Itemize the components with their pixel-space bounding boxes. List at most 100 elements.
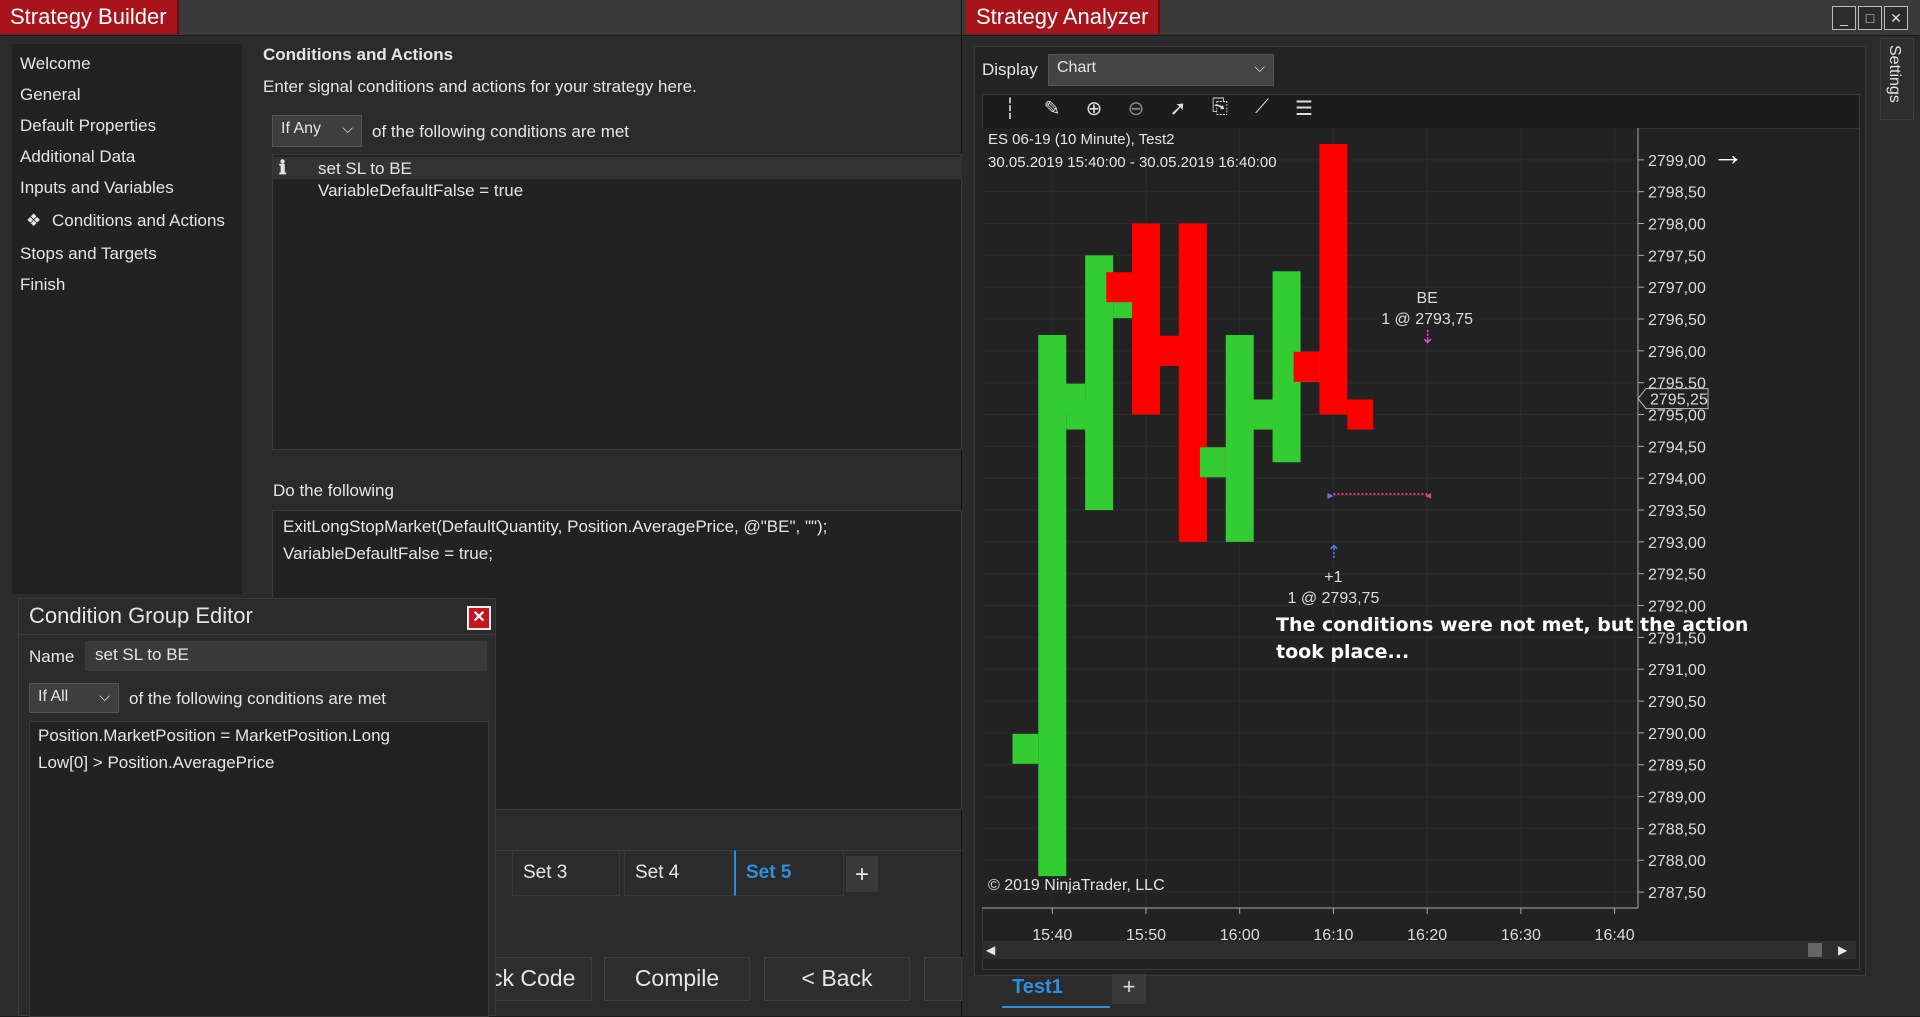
indicators-icon[interactable]: ⟋	[1248, 96, 1276, 124]
chart-annotation: The conditions were not met, but the act…	[1276, 614, 1749, 663]
compile-button[interactable]: Compile	[604, 957, 750, 1001]
x-axis: 15:40 15:50 16:00 16:10 16:20 16:30 16:40	[982, 907, 1638, 944]
close-icon[interactable]: ✕	[467, 606, 491, 630]
tab-set-3[interactable]: Set 3	[512, 850, 620, 896]
nav-item-welcome[interactable]: Welcome	[20, 54, 91, 74]
ohlc-bar	[1225, 334, 1254, 542]
tab-set-5[interactable]: Set 5	[734, 850, 844, 896]
nav-item-default-properties[interactable]: Default Properties	[20, 116, 156, 136]
chart-grid	[982, 128, 1638, 908]
ohlc-open-tick	[1059, 383, 1086, 414]
cursor-icon[interactable]: ➚	[1164, 96, 1192, 124]
nav-item-additional-data[interactable]: Additional Data	[20, 147, 135, 167]
condition-line[interactable]: VariableDefaultFalse = true	[318, 181, 523, 201]
last-price-label: 2795,25	[1650, 392, 1708, 409]
next-button[interactable]	[924, 957, 962, 1001]
y-tick-label: 2789,50	[1648, 758, 1706, 775]
settings-tab[interactable]: Settings	[1880, 38, 1914, 120]
chart-scrollbar[interactable]: ◀ ▶	[982, 941, 1856, 959]
y-tick-label: 2797,00	[1648, 280, 1706, 297]
action-line[interactable]: ExitLongStopMarket(DefaultQuantity, Posi…	[283, 517, 827, 537]
tab-set-4[interactable]: Set 4	[624, 850, 732, 896]
ohlc-open-tick	[1293, 351, 1320, 382]
ohlc-open-tick	[1153, 335, 1179, 366]
entry-dot-icon: ▸	[1327, 488, 1333, 502]
chevron-down-icon: ⌵	[99, 688, 110, 704]
condition-group-name[interactable]: set SL to BE	[318, 159, 412, 179]
nav-item-general[interactable]: General	[20, 85, 80, 105]
y-tick-label: 2798,00	[1648, 217, 1706, 234]
nav-item-label: Conditions and Actions	[51, 211, 225, 230]
nav-item-finish[interactable]: Finish	[20, 275, 65, 295]
chart-instrument: ES 06-19 (10 Minute), Test2	[988, 131, 1175, 148]
nav-item-conditions-actions[interactable]: ❖ Conditions and Actions	[26, 211, 225, 231]
zoom-out-icon[interactable]: ⊖	[1122, 96, 1150, 124]
ohlc-close-tick	[1347, 399, 1374, 430]
strategy-analyzer-title: Strategy Analyzer	[966, 0, 1161, 34]
bar-type-icon[interactable]: ┆	[996, 96, 1024, 124]
chevron-down-icon: ⌵	[1254, 59, 1265, 75]
wizard-nav: Welcome General Default Properties Addit…	[12, 44, 242, 594]
if-all-dropdown[interactable]: If All ⌵	[29, 683, 119, 713]
back-button[interactable]: < Back	[764, 957, 910, 1001]
sell-arrow-icon: ⇣	[1420, 327, 1435, 347]
condition-line[interactable]: Low[0] > Position.AveragePrice	[38, 753, 274, 773]
y-tick-label: 2788,50	[1648, 821, 1706, 838]
ohlc-open-tick	[1106, 272, 1132, 303]
display-value: Chart	[1057, 59, 1097, 76]
add-tab-button[interactable]: +	[1112, 974, 1146, 1004]
editor-conditions-box: Position.MarketPosition = MarketPosition…	[29, 721, 489, 1017]
y-tick-label: 2798,50	[1648, 185, 1706, 202]
scroll-thumb[interactable]	[1808, 943, 1822, 957]
if-all-value: If All	[38, 688, 69, 705]
draw-pencil-icon[interactable]: ✎	[1038, 96, 1066, 124]
if-any-suffix: of the following conditions are met	[372, 122, 630, 141]
entry-label: +1	[1324, 569, 1342, 586]
view-code-button[interactable]: ck Code	[488, 957, 592, 1001]
y-axis: 2799,00 2798,50 2798,00 2797,50 2797,00 2796,…	[1637, 128, 1709, 908]
chart-range: 30.05.2019 15:40:00 - 30.05.2019 16:40:0…	[988, 154, 1277, 171]
ohlc-open-tick	[1199, 447, 1226, 478]
editor-title: Condition Group Editor	[29, 603, 253, 628]
editor-titlebar: Condition Group Editor ✕	[19, 599, 495, 635]
maximize-icon[interactable]: □	[1858, 6, 1882, 30]
ohlc-bar	[1178, 223, 1207, 542]
buy-arrow-icon: ⇡	[1326, 542, 1341, 562]
nav-item-stops-targets[interactable]: Stops and Targets	[20, 244, 157, 264]
data-box-icon[interactable]: ⎘	[1206, 96, 1234, 124]
y-tick-label: 2790,00	[1648, 726, 1706, 743]
name-input[interactable]: set SL to BE	[85, 641, 487, 671]
name-label: Name	[29, 647, 75, 666]
zoom-in-icon[interactable]: ⊕	[1080, 96, 1108, 124]
scroll-right-arrow-icon[interactable]: →	[1712, 136, 1744, 173]
ohlc-bar	[1038, 334, 1067, 877]
tab-test1[interactable]: Test1	[1002, 970, 1110, 1008]
plot-background	[982, 128, 1638, 908]
y-tick-label: 2793,50	[1648, 503, 1706, 520]
section-description: Enter signal conditions and actions for …	[263, 77, 697, 96]
if-any-dropdown[interactable]: If Any ⌵	[272, 115, 362, 147]
y-tick-label: 2795,00	[1648, 408, 1706, 425]
y-tick-label: 2790,50	[1648, 694, 1706, 711]
ohlc-open-tick	[1246, 399, 1273, 430]
strategy-list-icon[interactable]: ☰	[1290, 96, 1318, 124]
info-icon: ℹ	[279, 157, 287, 179]
condition-line[interactable]: Position.MarketPosition = MarketPosition…	[38, 726, 390, 746]
minimize-icon[interactable]: _	[1832, 6, 1856, 30]
scroll-right-icon[interactable]: ▶	[1838, 943, 1847, 957]
y-tick-label: 2788,00	[1648, 853, 1706, 870]
close-icon[interactable]: ✕	[1884, 6, 1908, 30]
display-dropdown[interactable]: Chart ⌵	[1048, 54, 1274, 86]
y-tick-label: 2794,00	[1648, 471, 1706, 488]
active-marker-icon: ❖	[26, 211, 42, 230]
price-chart[interactable]: 2799,00 2798,50 2798,00 2797,50 2797,00 2796,…	[982, 128, 1860, 946]
action-line[interactable]: VariableDefaultFalse = true;	[283, 544, 493, 564]
strategy-builder-title: Strategy Builder	[0, 0, 179, 34]
scroll-left-icon[interactable]: ◀	[986, 943, 995, 957]
section-title: Conditions and Actions	[263, 45, 454, 64]
add-set-button[interactable]: +	[846, 856, 878, 892]
y-tick-label: 2794,50	[1648, 439, 1706, 456]
nav-item-inputs-variables[interactable]: Inputs and Variables	[20, 178, 174, 198]
y-tick-label: 2789,00	[1648, 790, 1706, 807]
y-tick-label: 2793,00	[1648, 535, 1706, 552]
